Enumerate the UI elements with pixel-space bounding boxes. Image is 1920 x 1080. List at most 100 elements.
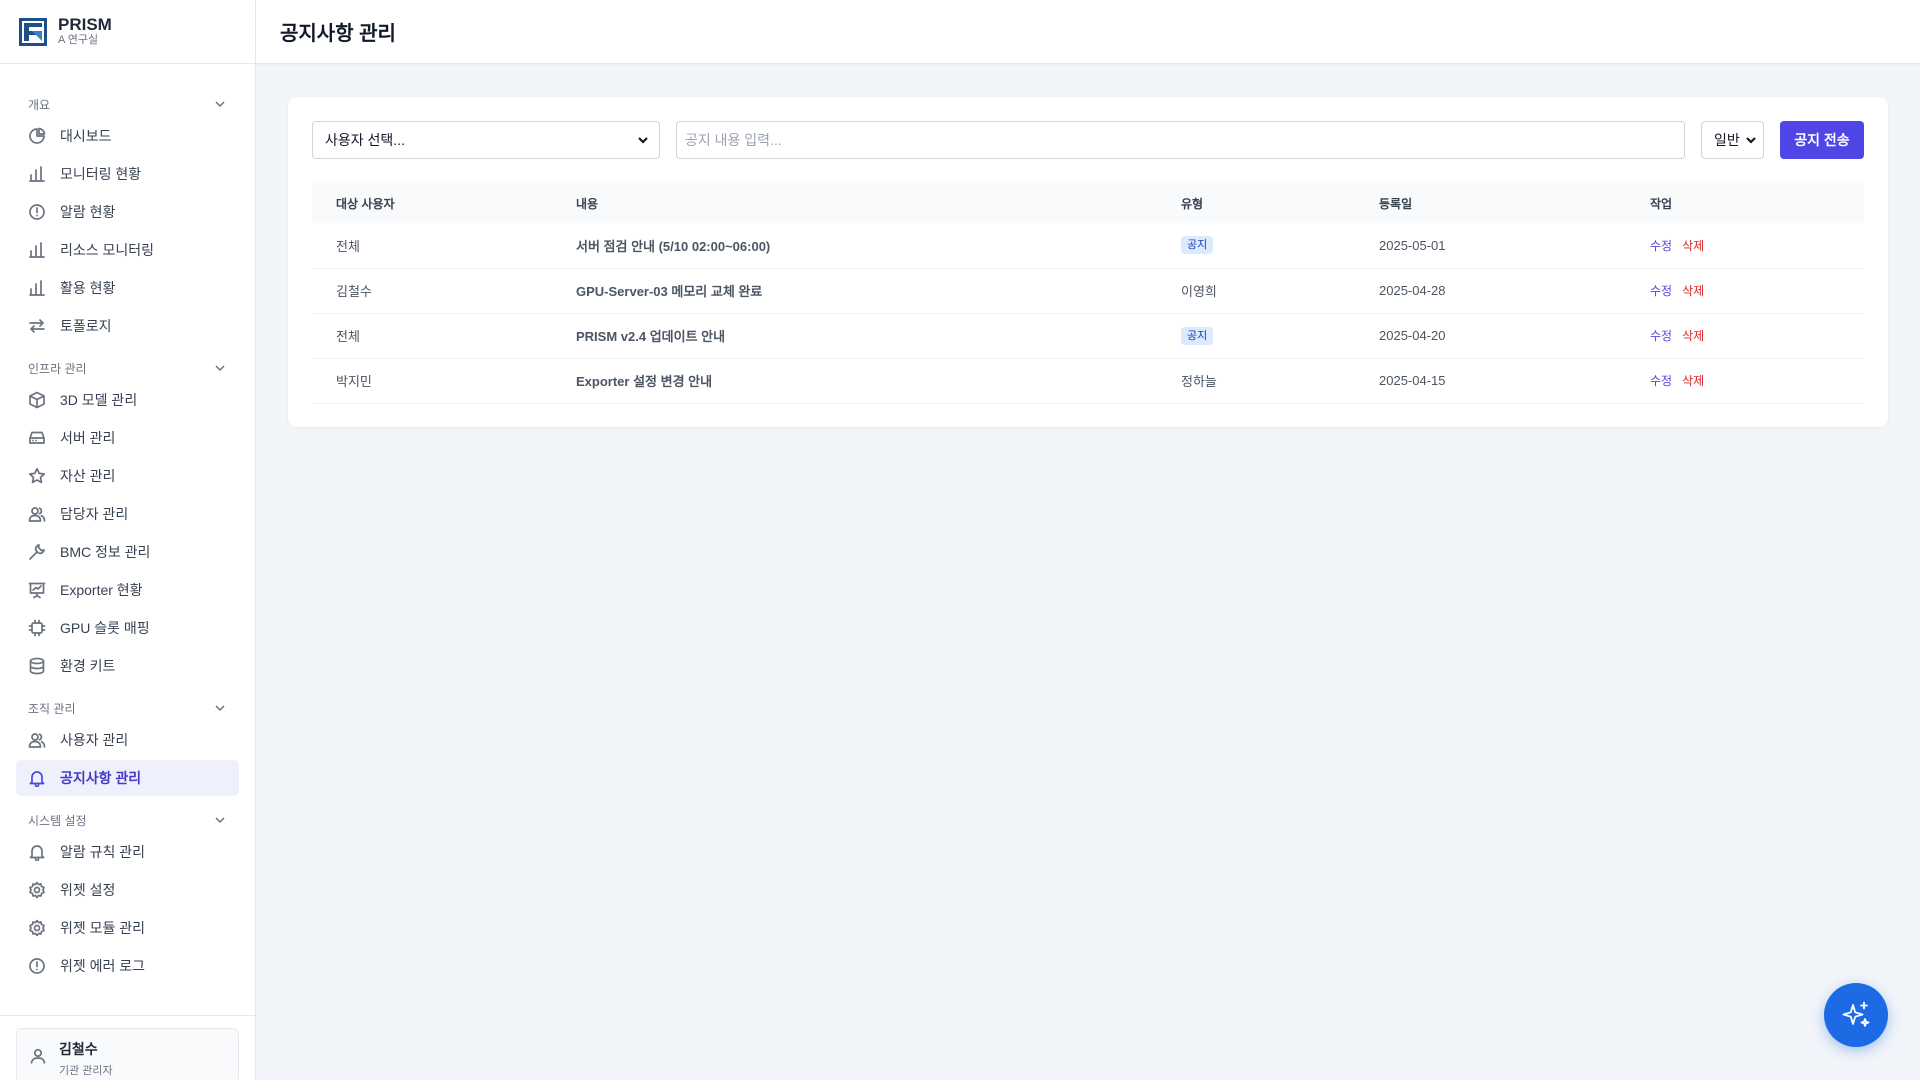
cell-content: PRISM v2.4 업데이트 안내 [552, 313, 1157, 359]
section-label: 인프라 관리 [28, 361, 87, 376]
sidebar-item-usage[interactable]: 활용 현황 [16, 270, 239, 306]
user-profile-card[interactable]: 김철수 기관 관리자 [16, 1028, 239, 1080]
cell-target: 전체 [312, 313, 552, 359]
cell-date: 2025-04-15 [1355, 358, 1626, 404]
table-header-row: 대상 사용자 내용 유형 등록일 작업 [312, 183, 1864, 223]
sparkles-icon [1842, 1001, 1870, 1027]
sidebar-item-dashboard[interactable]: 대시보드 [16, 118, 239, 154]
section-header-overview[interactable]: 개요 [16, 92, 239, 116]
brand[interactable]: PRISM A 연구실 [0, 0, 255, 64]
cell-type: 이영희 [1157, 268, 1355, 314]
edit-link[interactable]: 수정 [1650, 329, 1672, 343]
section-header-org[interactable]: 조직 관리 [16, 696, 239, 720]
sidebar-item-label: 알람 규칙 관리 [60, 844, 146, 860]
cell-content: GPU-Server-03 메모리 교체 완료 [552, 268, 1157, 314]
delete-link[interactable]: 삭제 [1682, 284, 1704, 298]
cell-target: 김철수 [312, 268, 552, 314]
cell-date: 2025-05-01 [1355, 223, 1626, 269]
sidebar-item-label: 모니터링 현황 [60, 166, 142, 182]
sidebar-item-label: 환경 키트 [60, 658, 116, 674]
column-header-date[interactable]: 등록일 [1355, 183, 1626, 223]
cell-date: 2025-04-20 [1355, 313, 1626, 359]
gear-icon [28, 881, 46, 899]
sidebar-item-label: 서버 관리 [60, 430, 116, 446]
sidebar-item-label: 알람 현황 [60, 204, 116, 220]
sidebar: PRISM A 연구실 개요 대시보드 모니터링 현황 알람 현황 리소스 모니… [0, 0, 256, 1080]
sidebar-item-topology[interactable]: 토폴로지 [16, 308, 239, 344]
column-header-content[interactable]: 내용 [552, 183, 1157, 223]
sidebar-item-env-kit[interactable]: 환경 키트 [16, 648, 239, 684]
sidebar-item-widget-modules[interactable]: 위젯 모듈 관리 [16, 910, 239, 946]
section-header-system[interactable]: 시스템 설정 [16, 808, 239, 832]
sidebar-item-label: 토폴로지 [60, 318, 112, 334]
ai-assistant-button[interactable] [1824, 983, 1888, 1047]
user-role: 기관 관리자 [59, 1065, 113, 1077]
sidebar-item-label: 사용자 관리 [60, 732, 129, 748]
chip-icon [28, 619, 46, 637]
chevron-down-icon [1746, 137, 1756, 144]
section-label: 조직 관리 [28, 701, 76, 716]
arrows-exchange-icon [28, 317, 46, 335]
type-badge: 공지 [1181, 326, 1214, 345]
cell-actions: 수정 삭제 [1626, 223, 1864, 269]
sidebar-item-label: 공지사항 관리 [60, 770, 142, 786]
cell-type: 공지 [1157, 313, 1355, 359]
sidebar-item-monitoring[interactable]: 모니터링 현황 [16, 156, 239, 192]
sidebar-item-3d-models[interactable]: 3D 모델 관리 [16, 382, 239, 418]
column-header-target[interactable]: 대상 사용자 [312, 183, 552, 223]
column-header-actions: 작업 [1650, 196, 1673, 211]
users-icon [28, 505, 46, 523]
user-select-value: 사용자 선택... [325, 132, 405, 148]
chevron-down-icon [215, 365, 225, 372]
sidebar-item-alarm-rules[interactable]: 알람 규칙 관리 [16, 834, 239, 870]
sidebar-item-alarms[interactable]: 알람 현황 [16, 194, 239, 230]
sidebar-item-assets[interactable]: 자산 관리 [16, 458, 239, 494]
sidebar-item-users[interactable]: 사용자 관리 [16, 722, 239, 758]
section-label: 시스템 설정 [28, 813, 87, 828]
sidebar-item-widget-errors[interactable]: 위젯 에러 로그 [16, 948, 239, 984]
sidebar-item-label: 위젯 에러 로그 [60, 958, 146, 974]
sidebar-item-widget-settings[interactable]: 위젯 설정 [16, 872, 239, 908]
sidebar-item-servers[interactable]: 서버 관리 [16, 420, 239, 456]
table-row: 김철수 GPU-Server-03 메모리 교체 완료 이영희 2025-04-… [312, 268, 1864, 314]
bar-chart-icon [28, 279, 46, 297]
notice-type-select[interactable]: 일반 [1701, 121, 1764, 159]
sidebar-item-label: 3D 모델 관리 [60, 392, 138, 408]
cell-date: 2025-04-28 [1355, 268, 1626, 314]
chevron-down-icon [215, 817, 225, 824]
cell-type: 공지 [1157, 223, 1355, 269]
column-header-type[interactable]: 유형 [1157, 183, 1355, 223]
sidebar-item-exporter[interactable]: Exporter 현황 [16, 572, 239, 608]
delete-link[interactable]: 삭제 [1682, 374, 1704, 388]
bar-chart-icon [28, 241, 46, 259]
user-select[interactable]: 사용자 선택... [312, 121, 660, 159]
wrench-icon [28, 543, 46, 561]
notice-form: 사용자 선택... 일반 공지 전송 [312, 121, 1864, 159]
sidebar-item-resource-monitoring[interactable]: 리소스 모니터링 [16, 232, 239, 268]
send-notice-button[interactable]: 공지 전송 [1780, 121, 1864, 159]
cell-actions: 수정 삭제 [1626, 268, 1864, 314]
brand-name: PRISM [58, 15, 112, 34]
server-drive-icon [28, 429, 46, 447]
sidebar-item-bmc[interactable]: BMC 정보 관리 [16, 534, 239, 570]
edit-link[interactable]: 수정 [1650, 374, 1672, 388]
sidebar-item-managers[interactable]: 담당자 관리 [16, 496, 239, 532]
edit-link[interactable]: 수정 [1650, 239, 1672, 253]
sidebar-item-label: 활용 현황 [60, 280, 116, 296]
cell-actions: 수정 삭제 [1626, 358, 1864, 404]
sidebar-item-label: BMC 정보 관리 [60, 544, 151, 560]
section-header-infra[interactable]: 인프라 관리 [16, 356, 239, 380]
cell-target: 전체 [312, 223, 552, 269]
pie-chart-icon [28, 127, 46, 145]
edit-link[interactable]: 수정 [1650, 284, 1672, 298]
sidebar-item-notices[interactable]: 공지사항 관리 [16, 760, 239, 796]
delete-link[interactable]: 삭제 [1682, 329, 1704, 343]
cell-type: 정하늘 [1157, 358, 1355, 404]
table-row: 전체 PRISM v2.4 업데이트 안내 공지 2025-04-20 수정 삭제 [312, 313, 1864, 359]
type-badge: 공지 [1181, 236, 1214, 255]
notice-content-input[interactable] [676, 121, 1685, 159]
delete-link[interactable]: 삭제 [1682, 239, 1704, 253]
sidebar-item-label: 위젯 설정 [60, 882, 116, 898]
sidebar-item-gpu-slot[interactable]: GPU 슬롯 매핑 [16, 610, 239, 646]
section-label: 개요 [28, 97, 51, 112]
